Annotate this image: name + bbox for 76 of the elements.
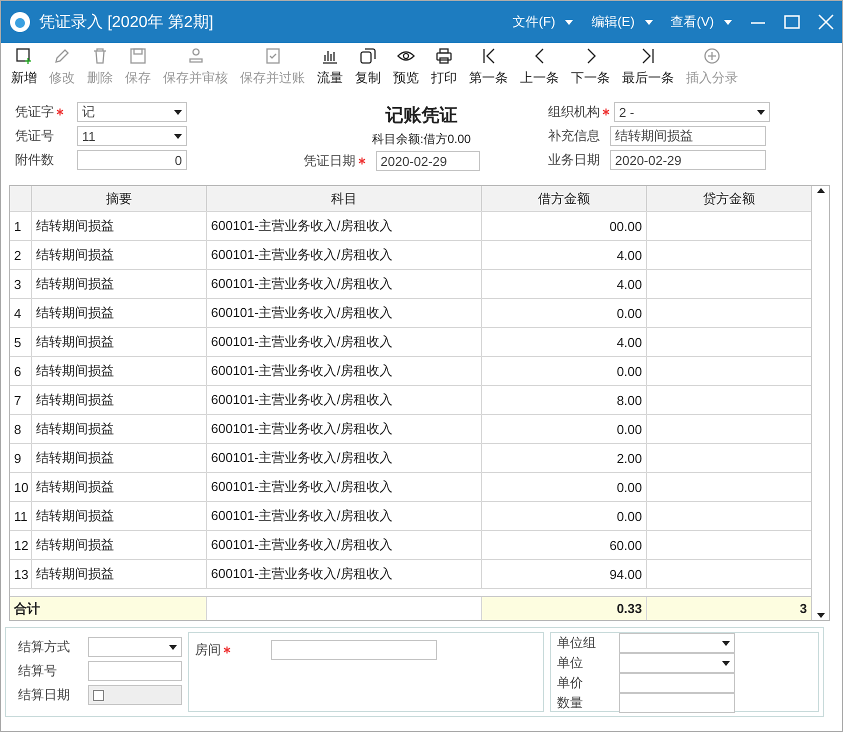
- field-label: 数量: [557, 694, 584, 712]
- toolbar-button[interactable]: 第一条: [463, 47, 514, 87]
- unit-select[interactable]: [619, 653, 735, 673]
- clipboard-check-icon: [264, 47, 282, 65]
- field-label: 单位组: [557, 634, 597, 652]
- quantity-field[interactable]: [619, 693, 735, 713]
- field-label: 凭证字: [15, 103, 54, 121]
- voucher-number-select[interactable]: 11: [77, 126, 187, 146]
- extra-info-field[interactable]: 结转期间损益: [610, 126, 766, 146]
- toolbar-button[interactable]: 最后一条: [616, 47, 680, 87]
- voucher-word-select[interactable]: 记: [77, 102, 187, 122]
- field-label: 补充信息: [548, 127, 600, 145]
- total-label: 合计: [10, 597, 207, 620]
- app-logo-icon: [9, 11, 31, 33]
- close-icon[interactable]: [818, 14, 834, 30]
- unit-price-field[interactable]: [619, 673, 735, 693]
- unit-group-select[interactable]: [619, 633, 735, 653]
- toolbar-button[interactable]: 流量: [311, 47, 349, 87]
- dropdown-icon: [722, 660, 730, 666]
- dropdown-icon: [174, 110, 182, 114]
- add-icon: [15, 47, 33, 65]
- dropdown-icon: [722, 640, 730, 646]
- field-label: 凭证号: [15, 127, 54, 145]
- toolbar-button[interactable]: 预览: [387, 47, 425, 87]
- save-icon: [129, 47, 147, 65]
- toolbar-button[interactable]: 新增: [5, 47, 43, 87]
- field-label: 房间: [195, 641, 221, 659]
- trash-icon: [91, 47, 109, 65]
- column-header: 科目: [207, 186, 482, 211]
- toolbar-button[interactable]: 复制: [349, 47, 387, 87]
- field-label: 业务日期: [548, 151, 600, 169]
- menu-item[interactable]: 编辑(E): [591, 13, 635, 31]
- room-field[interactable]: [271, 640, 437, 660]
- table-cell: 3: [647, 597, 811, 620]
- field-label: 附件数: [15, 151, 54, 169]
- settlement-date-field[interactable]: [88, 685, 182, 705]
- pencil-icon: [53, 47, 71, 65]
- dropdown-icon: [565, 20, 574, 24]
- field-label: 结算日期: [18, 686, 71, 704]
- dropdown-icon: [169, 644, 177, 650]
- field-label: 单价: [557, 674, 584, 692]
- stamp-icon: [186, 47, 204, 65]
- printer-icon: [435, 47, 453, 65]
- field-label: 结算方式: [18, 638, 71, 656]
- table-cell: 0.33: [482, 597, 647, 620]
- plus-circle-icon: [703, 47, 721, 65]
- settlement-number-field[interactable]: [88, 661, 182, 681]
- column-header: 摘要: [32, 186, 207, 211]
- toolbar-button[interactable]: 打印: [425, 47, 463, 87]
- toolbar-button[interactable]: 下一条: [565, 47, 616, 87]
- voucher-title: 记账凭证: [386, 104, 458, 127]
- maximize-icon[interactable]: [784, 14, 800, 30]
- window-title: 凭证录入 [2020年 第2期]: [39, 12, 214, 32]
- field-label: 凭证日期: [304, 152, 356, 170]
- checkbox-icon: [93, 690, 104, 700]
- field-label: 组织机构: [548, 103, 600, 121]
- organization-select[interactable]: 2 -: [614, 102, 770, 122]
- scroll-down-icon[interactable]: [816, 613, 824, 618]
- voucher-date-field[interactable]: 2020-02-29: [376, 151, 480, 171]
- business-date-field[interactable]: 2020-02-29: [610, 150, 766, 170]
- scroll-up-icon[interactable]: [816, 188, 824, 193]
- copy-icon: [359, 47, 377, 65]
- dropdown-icon: [174, 134, 182, 138]
- attachments-field[interactable]: 0: [77, 150, 187, 170]
- column-header: 借方金额: [482, 186, 647, 211]
- column-header: 贷方金额: [647, 186, 811, 211]
- toolbar-button[interactable]: 上一条: [514, 47, 565, 87]
- settlement-method-select[interactable]: [88, 637, 182, 657]
- menu-item[interactable]: 查看(V): [670, 13, 714, 31]
- field-label: 结算号: [18, 662, 58, 680]
- dropdown-icon: [644, 20, 653, 24]
- dropdown-icon: [724, 20, 732, 24]
- dropdown-icon: [757, 110, 765, 114]
- field-label: 单位: [557, 654, 584, 672]
- balance-text: 科目余额:借方0.00: [372, 131, 471, 148]
- menu-item[interactable]: 文件(F): [512, 13, 556, 31]
